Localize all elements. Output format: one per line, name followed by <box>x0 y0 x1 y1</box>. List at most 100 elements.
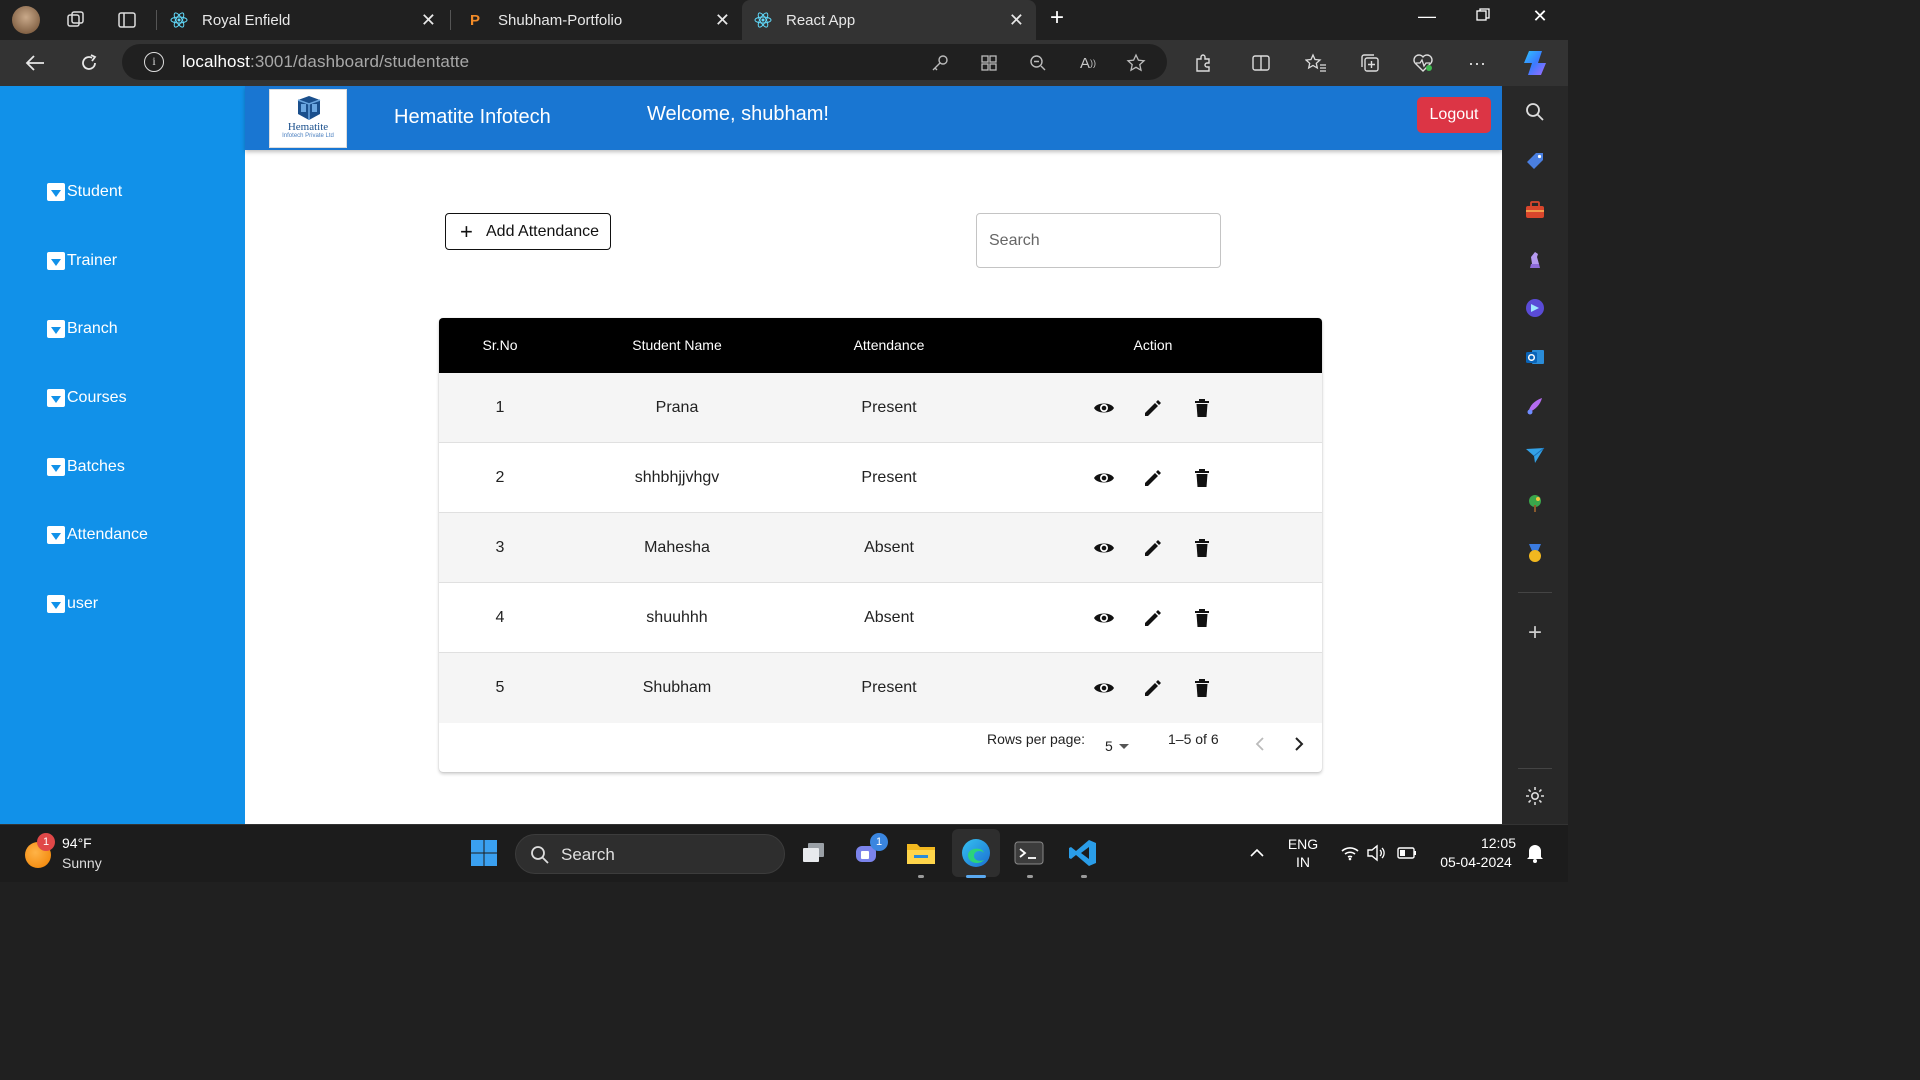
view-eye-icon[interactable] <box>1093 537 1115 559</box>
view-eye-icon[interactable] <box>1093 467 1115 489</box>
logout-button[interactable]: Logout <box>1417 97 1491 133</box>
read-aloud-icon[interactable]: A)) <box>1077 52 1099 74</box>
cell-attendance: Present <box>861 679 917 696</box>
add-attendance-button[interactable]: + Add Attendance <box>445 213 611 250</box>
sidebar-item-branch[interactable]: Branch <box>47 320 118 338</box>
rows-per-page-select[interactable]: 5 <box>1105 738 1129 754</box>
designer-icon[interactable] <box>1523 394 1547 418</box>
system-tray-status[interactable] <box>1334 836 1424 870</box>
clock[interactable]: 12:05 05-04-2024 <box>1432 835 1520 870</box>
clock-date: 05-04-2024 <box>1440 854 1512 870</box>
edit-pencil-icon[interactable] <box>1142 677 1164 699</box>
sidebar-item-trainer[interactable]: Trainer <box>47 252 117 270</box>
view-eye-icon[interactable] <box>1093 677 1115 699</box>
split-screen-icon[interactable] <box>1248 50 1274 76</box>
zoom-out-icon[interactable] <box>1027 52 1049 74</box>
edit-pencil-icon[interactable] <box>1142 607 1164 629</box>
tree-icon[interactable] <box>1523 492 1547 516</box>
taskbar-search[interactable]: Search <box>515 834 785 874</box>
sidebar-item-courses[interactable]: Courses <box>47 389 127 407</box>
react-favicon-icon <box>170 11 188 29</box>
site-info-icon[interactable]: i <box>144 52 164 72</box>
games-chess-icon[interactable] <box>1523 247 1547 271</box>
cell-attendance: Absent <box>864 539 914 556</box>
back-arrow-icon[interactable] <box>22 50 48 76</box>
weather-condition[interactable]: Sunny <box>62 855 102 871</box>
tab-title: Royal Enfield <box>202 11 291 29</box>
sidebar-item-user[interactable]: user <box>47 595 98 613</box>
delete-trash-icon[interactable] <box>1191 397 1213 419</box>
task-view-icon[interactable] <box>797 836 831 870</box>
new-tab-icon[interactable]: + <box>1043 4 1071 32</box>
logo-cube-icon <box>297 96 321 120</box>
favorites-icon[interactable] <box>1303 50 1329 76</box>
edit-pencil-icon[interactable] <box>1142 397 1164 419</box>
close-tab-icon[interactable]: ✕ <box>715 10 730 31</box>
cell-attendance: Present <box>861 399 917 416</box>
delete-trash-icon[interactable] <box>1191 537 1213 559</box>
view-eye-icon[interactable] <box>1093 397 1115 419</box>
language-indicator[interactable]: ENG IN <box>1282 836 1324 870</box>
favorite-star-icon[interactable] <box>1125 52 1147 74</box>
url-text[interactable]: localhost:3001/dashboard/studentatte <box>182 52 469 72</box>
edit-pencil-icon[interactable] <box>1142 537 1164 559</box>
delete-trash-icon[interactable] <box>1191 467 1213 489</box>
running-indicator <box>918 875 924 878</box>
apps-icon[interactable] <box>978 52 1000 74</box>
key-icon[interactable] <box>929 52 951 74</box>
workspaces-icon[interactable] <box>64 8 88 32</box>
search-input[interactable] <box>976 213 1221 268</box>
more-options-icon[interactable]: ··· <box>1464 50 1490 76</box>
address-bar[interactable]: i localhost:3001/dashboard/studentatte A… <box>122 44 1167 80</box>
sidebar-item-student[interactable]: Student <box>47 183 122 201</box>
search-icon <box>531 846 549 864</box>
restore-icon[interactable] <box>1469 6 1497 27</box>
settings-gear-icon[interactable] <box>1523 784 1547 808</box>
copilot-icon[interactable] <box>1520 49 1550 77</box>
screen: Royal Enfield ✕ P Shubham-Portfolio ✕ Re… <box>0 0 1568 882</box>
table-row: 5 Shubham Present <box>439 653 1322 723</box>
search-icon[interactable] <box>1523 100 1547 124</box>
close-tab-icon[interactable]: ✕ <box>421 10 436 31</box>
edit-pencil-icon[interactable] <box>1142 467 1164 489</box>
notifications-bell-icon[interactable] <box>1518 836 1552 870</box>
send-paper-plane-icon[interactable] <box>1523 443 1547 467</box>
tools-briefcase-icon[interactable] <box>1523 198 1547 222</box>
rewards-medal-icon[interactable] <box>1523 541 1547 565</box>
running-indicator <box>1081 875 1087 878</box>
edge-browser-icon[interactable] <box>959 836 993 870</box>
collections-icon[interactable] <box>1357 50 1383 76</box>
tab-react-app[interactable]: React App ✕ <box>742 0 1036 40</box>
weather-temperature[interactable]: 94°F <box>62 835 92 851</box>
close-tab-icon[interactable]: ✕ <box>1009 10 1024 31</box>
vscode-icon[interactable] <box>1066 836 1100 870</box>
next-page-chevron-icon[interactable] <box>1289 734 1309 754</box>
add-app-plus-icon[interactable]: + <box>1523 619 1547 646</box>
view-eye-icon[interactable] <box>1093 607 1115 629</box>
shopping-tag-icon[interactable] <box>1523 149 1547 173</box>
extensions-icon[interactable] <box>1190 50 1216 76</box>
show-hidden-icons-chevron[interactable] <box>1240 836 1274 870</box>
previous-page-chevron-icon[interactable] <box>1250 734 1270 754</box>
dropdown-caret-icon <box>1118 743 1129 749</box>
terminal-icon[interactable] <box>1012 836 1046 870</box>
cell-srno: 3 <box>495 539 505 556</box>
delete-trash-icon[interactable] <box>1191 677 1213 699</box>
windows-start-icon[interactable] <box>467 836 501 870</box>
rows-per-page-label: Rows per page: <box>987 731 1086 747</box>
minimize-icon[interactable]: — <box>1413 6 1441 27</box>
refresh-icon[interactable] <box>76 50 102 76</box>
tab-actions-icon[interactable] <box>115 8 139 32</box>
file-explorer-icon[interactable] <box>904 836 938 870</box>
sidebar-item-attendance[interactable]: Attendance <box>47 526 148 544</box>
tab-shubham-portfolio[interactable]: P Shubham-Portfolio ✕ <box>452 0 742 40</box>
tab-royal-enfield[interactable]: Royal Enfield ✕ <box>158 0 448 40</box>
copilot-app-icon[interactable] <box>1523 296 1547 320</box>
browser-essentials-icon[interactable] <box>1410 50 1436 76</box>
profile-avatar[interactable] <box>12 6 40 34</box>
close-window-icon[interactable]: ✕ <box>1526 6 1554 27</box>
sidebar-item-batches[interactable]: Batches <box>47 458 125 476</box>
table-header: Sr.No Student Name Attendance Action <box>439 318 1322 373</box>
outlook-icon[interactable] <box>1523 345 1547 369</box>
delete-trash-icon[interactable] <box>1191 607 1213 629</box>
